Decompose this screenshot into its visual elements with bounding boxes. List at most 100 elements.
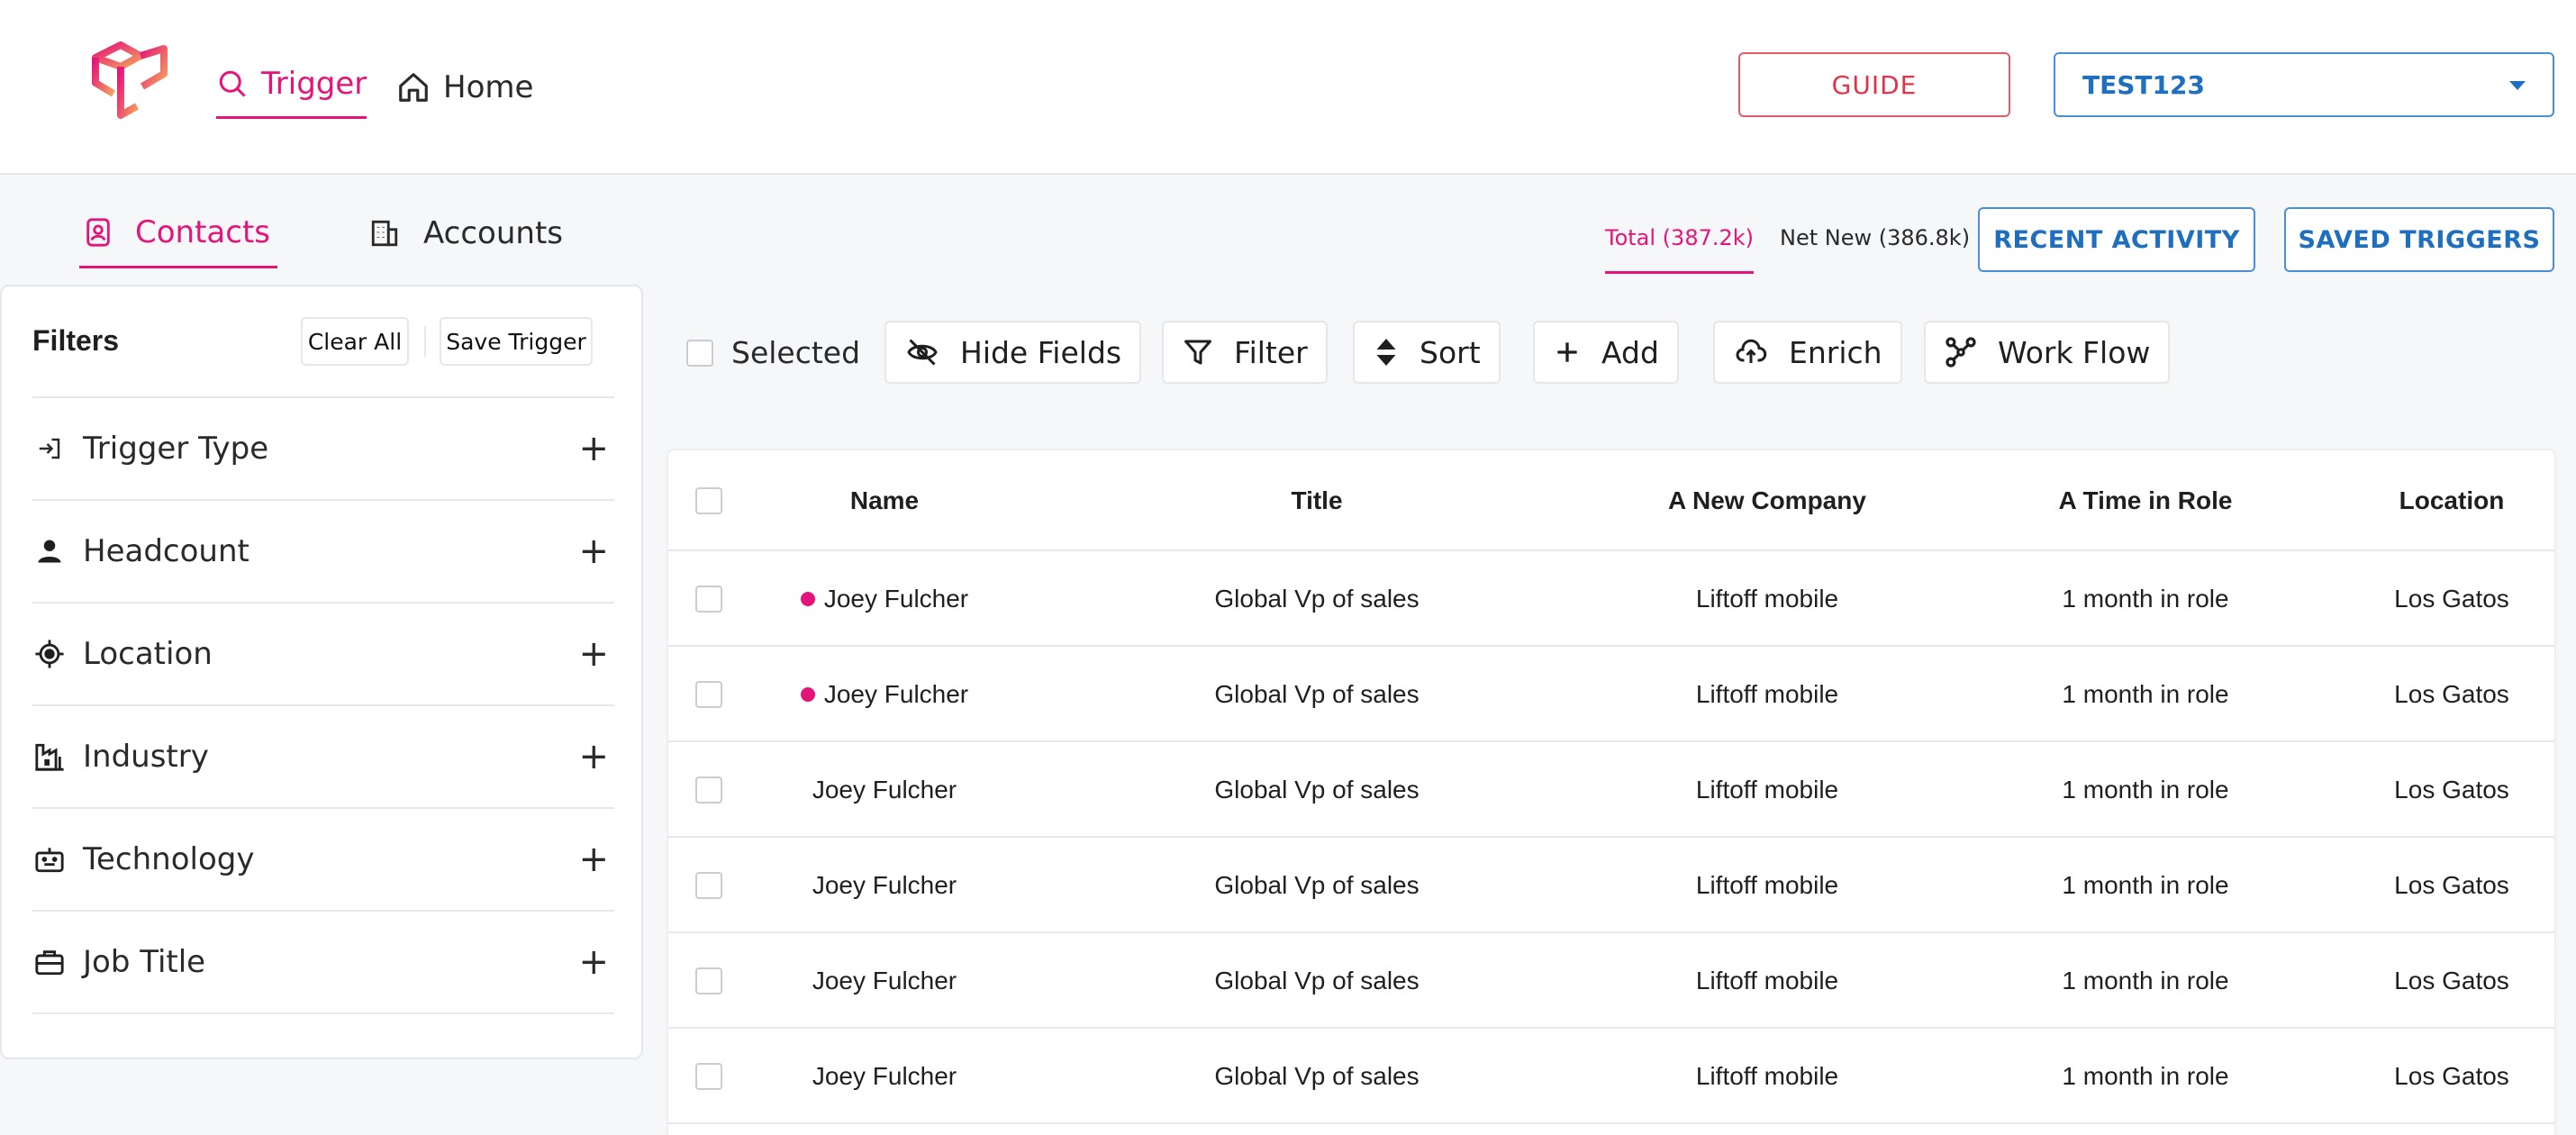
cell-name-text: Joey Fulcher bbox=[823, 680, 969, 708]
cell-name: Joey Fulcher bbox=[722, 551, 1047, 647]
sort-button[interactable]: Sort bbox=[1353, 321, 1501, 384]
nav-home[interactable]: Home bbox=[396, 56, 533, 119]
filter-industry[interactable]: Industry + bbox=[32, 706, 614, 809]
row-checkbox[interactable] bbox=[695, 967, 722, 994]
filter-label: Headcount bbox=[83, 533, 249, 569]
cell-name: Joey Fulcher bbox=[722, 1029, 1047, 1124]
column-header-time-in-role[interactable]: A Time in Role bbox=[1956, 450, 2335, 551]
cell-name: Joey Fulcher bbox=[722, 933, 1047, 1029]
tab-contacts[interactable]: Contacts bbox=[79, 198, 277, 268]
cell-title: Global Vp of sales bbox=[1214, 680, 1420, 708]
cell-company: Liftoff mobile bbox=[1695, 680, 1839, 708]
plus-icon[interactable]: + bbox=[578, 941, 609, 983]
filter-headcount[interactable]: Headcount + bbox=[32, 501, 614, 604]
plus-icon[interactable]: + bbox=[578, 633, 609, 675]
column-header-title[interactable]: Title bbox=[1083, 450, 1551, 551]
plus-icon[interactable]: + bbox=[578, 428, 609, 469]
guide-button[interactable]: GUIDE bbox=[1738, 52, 2010, 117]
row-checkbox[interactable] bbox=[695, 1063, 722, 1090]
cube-logo[interactable] bbox=[86, 40, 173, 121]
total-count-tab[interactable]: Total (387.2k) bbox=[1605, 220, 1755, 274]
enrich-button[interactable]: Enrich bbox=[1713, 321, 1902, 384]
select-all-toggle[interactable]: Selected bbox=[686, 335, 860, 370]
table-row[interactable]: Joey Fulcher Global Vp of sales Liftoff … bbox=[668, 647, 2554, 742]
work-flow-label: Work Flow bbox=[1998, 334, 2151, 370]
work-flow-button[interactable]: Work Flow bbox=[1924, 321, 2171, 384]
table-row[interactable]: Joey Fulcher Global Vp of sales Liftoff … bbox=[668, 933, 2554, 1029]
column-header-name[interactable]: Name bbox=[722, 450, 1047, 551]
net-new-count-tab[interactable]: Net New (386.8k) bbox=[1780, 220, 1970, 250]
cell-location: Los Gatos bbox=[2394, 967, 2509, 994]
cell-title: Global Vp of sales bbox=[1214, 967, 1420, 994]
column-header-company[interactable]: A New Company bbox=[1569, 450, 1965, 551]
cloud-upload-icon bbox=[1736, 339, 1767, 363]
table-row[interactable]: Joey Fulcher Global Vp of sales Liftoff … bbox=[668, 838, 2554, 933]
cell-time-in-role: 1 month in role bbox=[2062, 680, 2229, 708]
select-all-rows-checkbox[interactable] bbox=[695, 487, 722, 514]
filter-location[interactable]: Location + bbox=[32, 604, 614, 706]
workspace-selected-value: TEST123 bbox=[2082, 69, 2205, 100]
filter-label: Location bbox=[83, 636, 213, 672]
filter-technology[interactable]: Technology + bbox=[32, 809, 614, 912]
eye-off-icon bbox=[907, 339, 938, 366]
row-checkbox[interactable] bbox=[695, 586, 722, 613]
cell-location: Los Gatos bbox=[2394, 871, 2509, 899]
table-row[interactable]: Joey Fulcher Global Vp of sales Liftoff … bbox=[668, 742, 2554, 838]
cell-name: Joey Fulcher bbox=[722, 647, 1047, 742]
divider bbox=[424, 326, 426, 357]
robot-icon bbox=[32, 842, 67, 876]
hide-fields-button[interactable]: Hide Fields bbox=[884, 321, 1142, 384]
filter-label: Industry bbox=[83, 739, 209, 775]
factory-icon bbox=[32, 740, 67, 774]
cell-name: Joey Fulcher bbox=[722, 838, 1047, 933]
top-header: Trigger Home GUIDE TEST123 bbox=[0, 0, 2576, 175]
row-checkbox[interactable] bbox=[695, 776, 722, 804]
row-check-cell bbox=[695, 551, 722, 647]
saved-triggers-button[interactable]: SAVED TRIGGERS bbox=[2284, 207, 2554, 272]
table-header: Name Title A New Company A Time in Role … bbox=[668, 450, 2554, 551]
select-all-checkbox[interactable] bbox=[686, 339, 713, 367]
row-checkbox[interactable] bbox=[695, 872, 722, 899]
header-check-cell bbox=[695, 450, 722, 551]
cell-name-text: Joey Fulcher bbox=[812, 1062, 957, 1090]
cell-name-text: Joey Fulcher bbox=[812, 776, 957, 804]
row-check-cell bbox=[695, 838, 722, 933]
cell-location: Los Gatos bbox=[2394, 585, 2509, 613]
cell-title: Global Vp of sales bbox=[1214, 1062, 1420, 1090]
add-label: Add bbox=[1601, 334, 1659, 370]
filter-button[interactable]: Filter bbox=[1162, 321, 1328, 384]
nav-home-label: Home bbox=[443, 69, 534, 105]
contacts-table: Name Title A New Company A Time in Role … bbox=[667, 449, 2556, 1135]
workspace-select[interactable]: TEST123 bbox=[2054, 52, 2554, 117]
filter-label: Job Title bbox=[83, 944, 206, 980]
nav-trigger[interactable]: Trigger bbox=[216, 56, 367, 119]
filter-trigger-type[interactable]: Trigger Type + bbox=[32, 398, 614, 501]
filter-job-title[interactable]: Job Title + bbox=[32, 912, 614, 1014]
funnel-icon bbox=[1184, 340, 1211, 365]
row-check-cell bbox=[695, 933, 722, 1029]
table-row[interactable]: Joey Fulcher Global Vp of sales Liftoff … bbox=[668, 551, 2554, 647]
briefcase-icon bbox=[32, 945, 67, 979]
table-row[interactable]: Joey Fulcher Global Vp of sales Liftoff … bbox=[668, 1029, 2554, 1124]
sort-label: Sort bbox=[1420, 334, 1481, 370]
plus-icon[interactable]: + bbox=[578, 839, 609, 880]
recent-activity-button[interactable]: RECENT ACTIVITY bbox=[1978, 207, 2255, 272]
filter-label: Technology bbox=[83, 841, 255, 877]
clear-all-button[interactable]: Clear All bbox=[301, 317, 409, 366]
search-icon bbox=[219, 70, 246, 97]
cell-time-in-role: 1 month in role bbox=[2062, 1062, 2229, 1090]
cell-time-in-role: 1 month in role bbox=[2062, 776, 2229, 804]
plus-icon[interactable]: + bbox=[578, 531, 609, 572]
save-trigger-button[interactable]: Save Trigger bbox=[440, 317, 593, 366]
plus-icon[interactable]: + bbox=[578, 736, 609, 777]
tab-accounts[interactable]: Accounts bbox=[364, 198, 563, 268]
plus-icon bbox=[1557, 342, 1577, 362]
row-check-cell bbox=[695, 1029, 722, 1124]
column-header-location[interactable]: Location bbox=[2362, 450, 2542, 551]
add-button[interactable]: Add bbox=[1533, 321, 1679, 384]
sort-icon bbox=[1376, 339, 1396, 366]
row-checkbox[interactable] bbox=[695, 681, 722, 708]
cell-location: Los Gatos bbox=[2394, 1062, 2509, 1090]
tab-contacts-label: Contacts bbox=[135, 213, 270, 250]
filter-label: Trigger Type bbox=[83, 431, 269, 467]
